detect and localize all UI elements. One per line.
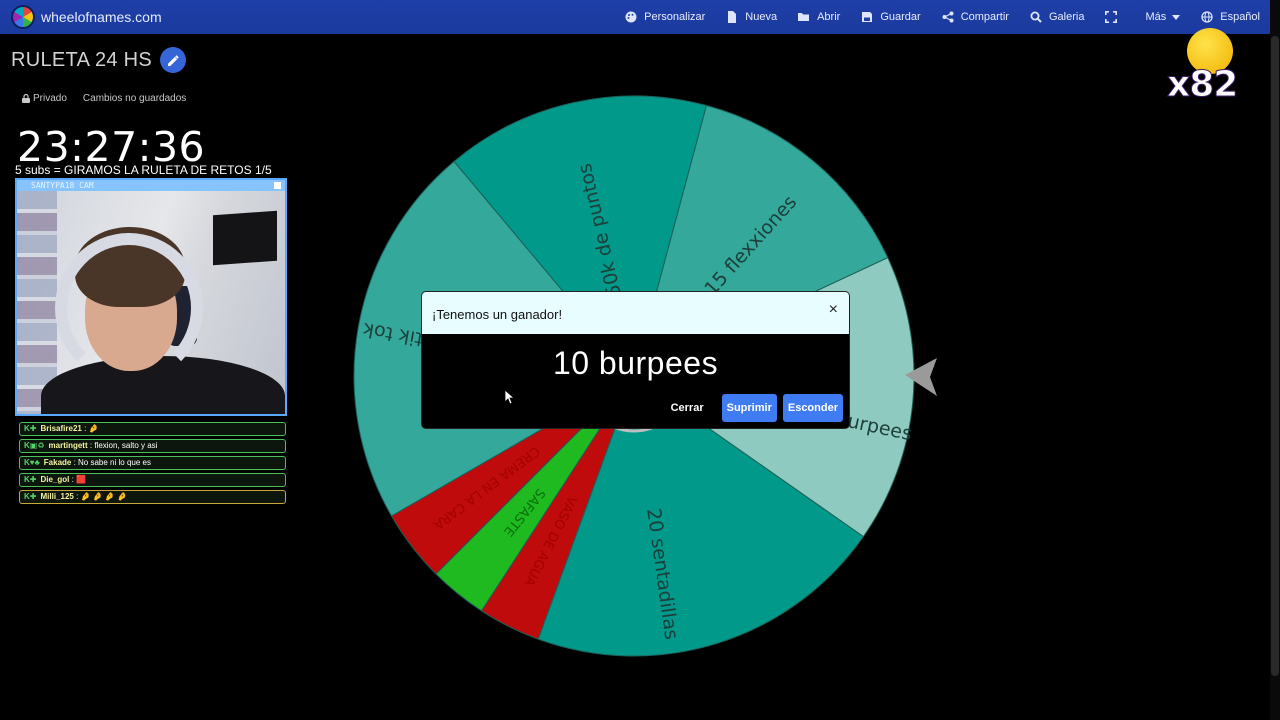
hide-button[interactable]: Esconder (782, 394, 843, 422)
dialog-header: ¡Tenemos un ganador! × (422, 292, 849, 334)
emote-count: x82 (1166, 64, 1238, 106)
mouse-cursor-icon (505, 390, 515, 405)
dialog-actions: Cerrar Suprimir Esconder (671, 394, 843, 422)
dialog-title: ¡Tenemos un ganador! (432, 307, 563, 322)
winner-name: 10 burpees (552, 345, 719, 381)
remove-button[interactable]: Suprimir (721, 394, 777, 422)
winner-dialog: ¡Tenemos un ganador! × 10 burpees Cerrar… (422, 292, 849, 428)
close-button[interactable]: Cerrar (671, 402, 704, 414)
close-icon[interactable]: × (829, 301, 838, 319)
emote-combo: x82 (1163, 22, 1253, 112)
